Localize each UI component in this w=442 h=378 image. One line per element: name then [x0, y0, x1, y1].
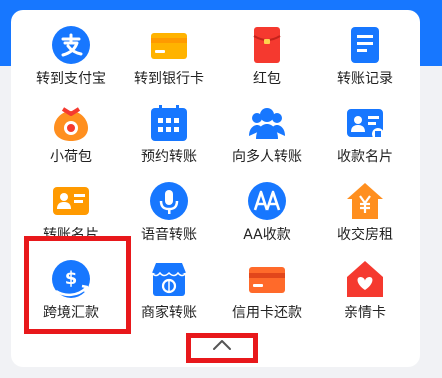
service-label: 预约转账	[141, 149, 197, 165]
merchant-store-icon	[150, 260, 188, 298]
payment-card-icon	[346, 104, 384, 142]
service-label: 向多人转账	[232, 149, 302, 165]
service-payment-card[interactable]: 收款名片	[315, 104, 415, 182]
aa-icon	[248, 182, 286, 220]
service-voice-transfer[interactable]: 语音转账	[119, 182, 219, 260]
service-label: 收交房租	[337, 227, 393, 243]
service-label: 信用卡还款	[232, 305, 302, 321]
service-transfer-to-many[interactable]: 向多人转账	[217, 104, 317, 182]
service-small-pouch[interactable]: 小荷包	[21, 104, 121, 182]
service-credit-card-repayment[interactable]: 信用卡还款	[217, 260, 317, 338]
service-house-rent[interactable]: 收交房租	[315, 182, 415, 260]
service-label: AA收款	[243, 227, 291, 243]
service-label: 转到支付宝	[36, 71, 106, 87]
highlight-box-cross-border	[24, 236, 131, 334]
service-red-envelope[interactable]: 红包	[217, 26, 317, 104]
service-transfer-to-bank-card[interactable]: 转到银行卡	[119, 26, 219, 104]
service-transfer-record[interactable]: 转账记录	[315, 26, 415, 104]
service-label: 收款名片	[337, 149, 393, 165]
service-merchant-transfer[interactable]: 商家转账	[119, 260, 219, 338]
service-label: 转账记录	[337, 71, 393, 87]
small-pouch-icon	[52, 104, 90, 142]
alipay-icon	[52, 26, 90, 64]
microphone-icon	[150, 182, 188, 220]
service-label: 亲情卡	[344, 305, 386, 321]
family-card-icon	[346, 260, 384, 298]
calendar-icon	[150, 104, 188, 142]
multi-person-icon	[248, 104, 286, 142]
red-envelope-icon	[248, 26, 286, 64]
credit-card-icon	[248, 260, 286, 298]
service-label: 红包	[253, 71, 281, 87]
house-rent-icon	[346, 182, 384, 220]
transfer-record-icon	[346, 26, 384, 64]
service-scheduled-transfer[interactable]: 预约转账	[119, 104, 219, 182]
service-aa-collection[interactable]: AA收款	[217, 182, 317, 260]
service-label: 转到银行卡	[134, 71, 204, 87]
service-family-card[interactable]: 亲情卡	[315, 260, 415, 338]
bank-card-icon	[150, 26, 188, 64]
service-label: 小荷包	[50, 149, 92, 165]
transfer-card-icon	[52, 182, 90, 220]
highlight-box-collapse	[186, 333, 258, 363]
service-transfer-to-alipay[interactable]: 转到支付宝	[21, 26, 121, 104]
